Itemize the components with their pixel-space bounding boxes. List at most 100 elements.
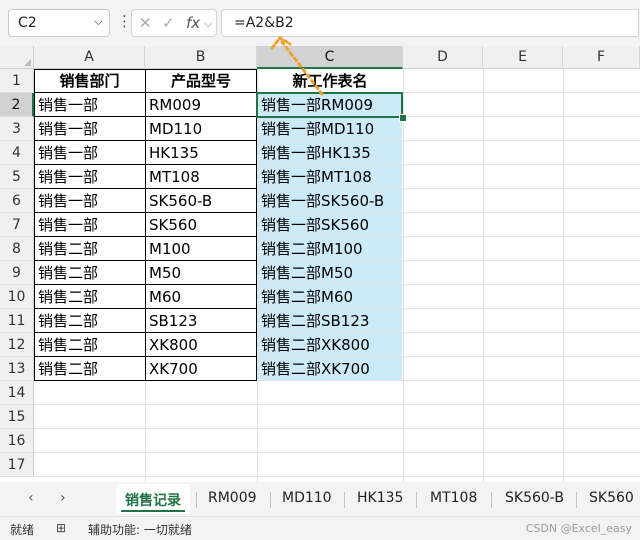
row-header[interactable]: 6 bbox=[0, 189, 34, 213]
fill-handle[interactable] bbox=[399, 114, 407, 122]
tab-separator bbox=[416, 492, 417, 508]
cell-a5[interactable]: 销售一部 bbox=[34, 165, 145, 189]
active-tab-indicator bbox=[121, 510, 185, 512]
row-header[interactable]: 11 bbox=[0, 309, 34, 333]
sheet-tab-sales-record[interactable]: 销售记录 bbox=[125, 490, 181, 510]
accessibility-icon[interactable]: ⊞ bbox=[56, 521, 66, 535]
cell-c11[interactable]: 销售二部SB123 bbox=[257, 309, 403, 333]
cell-c13[interactable]: 销售二部XK700 bbox=[257, 357, 403, 381]
cell-c7[interactable]: 销售一部SK560 bbox=[257, 213, 403, 237]
next-sheet-icon[interactable]: › bbox=[60, 490, 66, 506]
cell-c10[interactable]: 销售二部M60 bbox=[257, 285, 403, 309]
column-header-c[interactable]: C bbox=[257, 46, 403, 69]
cell-b7[interactable]: SK560 bbox=[145, 213, 257, 237]
row-header[interactable]: 12 bbox=[0, 333, 34, 357]
more-options-icon[interactable]: ⋮ bbox=[117, 12, 132, 30]
gridline bbox=[483, 69, 484, 482]
chevron-down-icon[interactable]: ⌵ bbox=[94, 14, 103, 29]
prev-sheet-icon[interactable]: ‹ bbox=[28, 490, 34, 506]
insert-function-icon[interactable]: fx bbox=[186, 14, 200, 32]
header-cell-sheetname[interactable]: 新工作表名 bbox=[257, 69, 403, 93]
cell-c3[interactable]: 销售一部MD110 bbox=[257, 117, 403, 141]
gridline bbox=[403, 69, 404, 482]
name-box-value: C2 bbox=[18, 15, 37, 31]
row-header[interactable]: 7 bbox=[0, 213, 34, 237]
cell-a10[interactable]: 销售二部 bbox=[34, 285, 145, 309]
gridline bbox=[34, 404, 640, 405]
cell-a13[interactable]: 销售二部 bbox=[34, 357, 145, 381]
cell-c12[interactable]: 销售二部XK800 bbox=[257, 333, 403, 357]
sheet-tab-mt108[interactable]: MT108 bbox=[430, 490, 477, 506]
cell-b5[interactable]: MT108 bbox=[145, 165, 257, 189]
accessibility-status[interactable]: 辅助功能: 一切就绪 bbox=[88, 521, 192, 538]
formula-input[interactable]: =A2&B2 bbox=[221, 9, 639, 37]
row-header[interactable]: 10 bbox=[0, 285, 34, 309]
row-header[interactable]: 13 bbox=[0, 357, 34, 381]
fx-chevron-icon[interactable]: ⌵ bbox=[204, 17, 212, 31]
row-header[interactable]: 14 bbox=[0, 381, 34, 405]
column-header-d[interactable]: D bbox=[403, 46, 483, 69]
sheet-tab-rm009[interactable]: RM009 bbox=[208, 490, 257, 506]
enter-icon[interactable]: ✓ bbox=[162, 14, 175, 32]
sheet-tab-bar: ‹ › 销售记录 RM009 MD110 HK135 MT108 SK560-B… bbox=[0, 482, 640, 516]
header-cell-model[interactable]: 产品型号 bbox=[145, 69, 257, 93]
cell-b12[interactable]: XK800 bbox=[145, 333, 257, 357]
row-header[interactable]: 9 bbox=[0, 261, 34, 285]
cell-c8[interactable]: 销售二部M100 bbox=[257, 237, 403, 261]
status-bar: 就绪 ⊞ 辅助功能: 一切就绪 CSDN @Excel_easy bbox=[0, 516, 640, 540]
sheet-tab-sk560[interactable]: SK560 bbox=[589, 490, 634, 506]
column-header-f[interactable]: F bbox=[563, 46, 640, 69]
formula-text: =A2&B2 bbox=[234, 15, 294, 31]
cell-b3[interactable]: MD110 bbox=[145, 117, 257, 141]
tab-separator bbox=[196, 492, 197, 508]
row-header[interactable]: 8 bbox=[0, 237, 34, 261]
cell-a6[interactable]: 销售一部 bbox=[34, 189, 145, 213]
row-header[interactable]: 1 bbox=[0, 69, 34, 93]
cell-c5[interactable]: 销售一部MT108 bbox=[257, 165, 403, 189]
watermark: CSDN @Excel_easy bbox=[525, 522, 632, 535]
sheet-tab-hk135[interactable]: HK135 bbox=[357, 490, 403, 506]
cell-a8[interactable]: 销售二部 bbox=[34, 237, 145, 261]
cell-b10[interactable]: M60 bbox=[145, 285, 257, 309]
cancel-icon[interactable]: ✕ bbox=[139, 14, 152, 32]
cell-a2[interactable]: 销售一部 bbox=[34, 93, 145, 117]
column-header-e[interactable]: E bbox=[483, 46, 563, 69]
gridline bbox=[563, 69, 564, 482]
cell-b4[interactable]: HK135 bbox=[145, 141, 257, 165]
name-box[interactable]: C2 ⌵ bbox=[8, 9, 110, 37]
sheet-tab-md110[interactable]: MD110 bbox=[282, 490, 332, 506]
cell-b11[interactable]: SB123 bbox=[145, 309, 257, 333]
cell-a12[interactable]: 销售二部 bbox=[34, 333, 145, 357]
status-ready: 就绪 bbox=[10, 523, 35, 537]
cell-a3[interactable]: 销售一部 bbox=[34, 117, 145, 141]
row-header[interactable]: 2 bbox=[0, 93, 34, 117]
header-cell-dept[interactable]: 销售部门 bbox=[34, 69, 145, 93]
cell-a9[interactable]: 销售二部 bbox=[34, 261, 145, 285]
tab-separator bbox=[344, 492, 345, 508]
worksheet-grid[interactable]: A B C D E F 1 2 3 4 5 6 7 8 9 10 11 12 1… bbox=[0, 46, 640, 482]
cell-c4[interactable]: 销售一部HK135 bbox=[257, 141, 403, 165]
row-header[interactable]: 15 bbox=[0, 405, 34, 429]
sheet-tab-sk560-b[interactable]: SK560-B bbox=[505, 490, 564, 506]
formula-bar: C2 ⌵ ⋮ ✕ ✓ fx ⌵ =A2&B2 bbox=[0, 0, 640, 46]
row-header[interactable]: 3 bbox=[0, 117, 34, 141]
cell-b13[interactable]: XK700 bbox=[145, 357, 257, 381]
row-header[interactable]: 5 bbox=[0, 165, 34, 189]
column-header-b[interactable]: B bbox=[145, 46, 257, 69]
cell-a11[interactable]: 销售二部 bbox=[34, 309, 145, 333]
cell-b6[interactable]: SK560-B bbox=[145, 189, 257, 213]
row-header[interactable]: 4 bbox=[0, 141, 34, 165]
column-header-a[interactable]: A bbox=[34, 46, 145, 69]
gridline bbox=[34, 452, 640, 453]
cell-a4[interactable]: 销售一部 bbox=[34, 141, 145, 165]
cell-b2[interactable]: RM009 bbox=[145, 93, 257, 117]
cell-c9[interactable]: 销售二部M50 bbox=[257, 261, 403, 285]
cell-b9[interactable]: M50 bbox=[145, 261, 257, 285]
cell-c6[interactable]: 销售一部SK560-B bbox=[257, 189, 403, 213]
row-header[interactable]: 17 bbox=[0, 453, 34, 477]
row-header[interactable]: 16 bbox=[0, 429, 34, 453]
gridline bbox=[34, 476, 640, 477]
cell-b8[interactable]: M100 bbox=[145, 237, 257, 261]
select-all-button[interactable] bbox=[0, 46, 34, 69]
cell-a7[interactable]: 销售一部 bbox=[34, 213, 145, 237]
